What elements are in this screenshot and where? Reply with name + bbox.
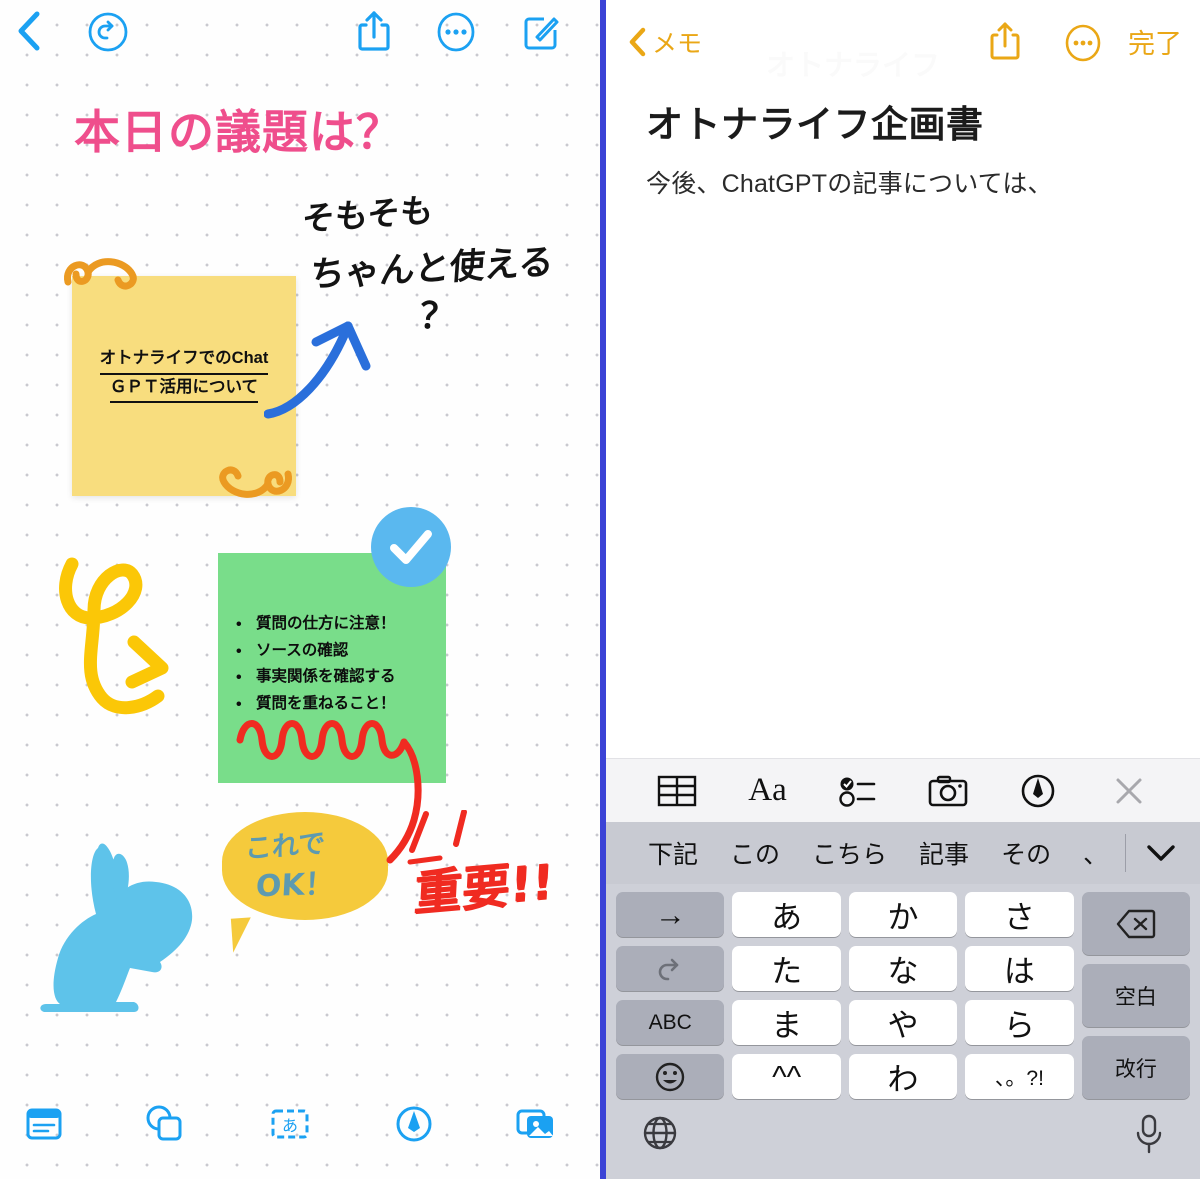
keyboard-format-toolbar: Aa [606, 758, 1200, 822]
canvas-title: 本日の議題は？ [74, 106, 403, 158]
back-chevron-icon [629, 27, 646, 57]
screen-root: 本日の議題は？ そもそも ちゃんと使える ？ オトナライフでのChat ＧＰＴ活… [0, 0, 1200, 1179]
delete-icon[interactable] [1081, 892, 1191, 955]
note-title: オトナライフ企画書 [646, 104, 984, 145]
canvas-bottom-toolbar: あ [0, 1085, 600, 1179]
done-button[interactable]: 完了 [1128, 22, 1182, 61]
note-icon[interactable] [20, 1101, 68, 1147]
text-format-icon[interactable]: Aa [736, 767, 798, 815]
list-item: 事実関係を確認する [228, 664, 440, 691]
key-ra[interactable]: ら [965, 1000, 1074, 1045]
more-circle-icon[interactable] [1062, 22, 1104, 64]
list-item: 質問を重ねること！ [228, 691, 440, 718]
note-content-area[interactable]: オトナライフ オトナライフ企画書 今後、ChatGPTの記事については、 [606, 50, 1200, 200]
text-box-icon[interactable]: あ [266, 1101, 314, 1147]
table-icon[interactable] [646, 767, 708, 815]
red-squiggle-annotation[interactable] [236, 716, 466, 866]
keyboard-column-left: → ABC [616, 892, 725, 1099]
shapes-icon[interactable] [140, 1101, 188, 1147]
markup-pen-icon[interactable] [390, 1101, 438, 1147]
note-paragraph: 今後、ChatGPTの記事については、 [646, 170, 1053, 198]
back-to-notes-button[interactable]: メモ [628, 24, 702, 60]
back-chevron-icon[interactable] [8, 10, 50, 52]
suggestion-item[interactable]: こちら [796, 835, 903, 871]
swirl-ornament-icon [219, 466, 292, 498]
sticky-green-bullet-list: 質問の仕方に注意！ ソースの確認 事実関係を確認する 質問を重ねること！ [228, 611, 440, 718]
suggestion-item[interactable]: 、 [1067, 835, 1124, 871]
suggestion-item[interactable]: 記事 [903, 835, 985, 871]
handwriting-line-1: そもそも [301, 190, 434, 239]
handwriting-line-3: ？ [417, 295, 458, 340]
key-ha[interactable]: は [965, 946, 1074, 991]
more-circle-icon[interactable] [434, 10, 478, 54]
microphone-icon[interactable] [1132, 1113, 1166, 1160]
chevron-down-icon[interactable] [1144, 840, 1178, 871]
keyboard-column-right: 空白 改行 [1081, 892, 1191, 1099]
sticky-yellow-line-2: ＧＰＴ活用について [109, 375, 258, 404]
suggestion-item[interactable]: その [985, 835, 1067, 871]
close-icon[interactable] [1098, 767, 1160, 815]
media-icon[interactable] [512, 1101, 560, 1147]
software-keyboard: Aa 下記 この こちら 記事 その 、 → ABC あ た ま ^^ か な … [606, 758, 1200, 1179]
rabbit-silhouette-icon [40, 843, 193, 1012]
share-icon[interactable] [352, 8, 396, 54]
canvas-top-toolbar [0, 0, 600, 62]
freeform-canvas-panel: 本日の議題は？ そもそも ちゃんと使える ？ オトナライフでのChat ＧＰＴ活… [0, 0, 600, 1179]
key-ma[interactable]: ま [732, 1000, 841, 1045]
key-cursor-right[interactable]: → [616, 892, 725, 937]
keyboard-keys: → ABC あ た ま ^^ か な や わ さ は ら 、。?! 空白 改行 [606, 884, 1200, 1179]
key-return[interactable]: 改行 [1081, 1036, 1191, 1099]
key-emoji[interactable] [616, 1054, 725, 1099]
keyboard-bottom-row [610, 1099, 1196, 1179]
notes-app-panel: メモ 完了 オトナライフ オトナライフ企画書 今後、ChatGPTの記事について… [606, 0, 1200, 1179]
key-ta[interactable]: た [732, 946, 841, 991]
key-ya[interactable]: や [848, 1000, 958, 1045]
key-a[interactable]: あ [732, 892, 841, 937]
key-undo[interactable] [616, 946, 725, 991]
checklist-icon[interactable] [827, 767, 889, 815]
key-ka[interactable]: か [848, 892, 958, 937]
globe-icon[interactable] [640, 1113, 680, 1158]
sticky-note-yellow-text: オトナライフでのChat ＧＰＴ活用について [88, 346, 280, 404]
camera-icon[interactable] [917, 767, 979, 815]
keyboard-grid: → ABC あ た ま ^^ か な や わ さ は ら 、。?! 空白 改行 [610, 892, 1196, 1099]
key-punctuation[interactable]: 、。?! [965, 1054, 1074, 1099]
suggestion-separator [1125, 834, 1126, 872]
key-sa[interactable]: さ [965, 892, 1074, 937]
key-kaomoji[interactable]: ^^ [732, 1054, 841, 1099]
note-watermark: オトナライフ [766, 50, 941, 82]
keyboard-column-3: か な や わ [848, 892, 958, 1099]
list-item: ソースの確認 [228, 638, 440, 665]
share-icon[interactable] [984, 18, 1026, 64]
suggestion-item[interactable]: 下記 [632, 835, 714, 871]
check-circle-icon[interactable] [371, 507, 451, 587]
yellow-scribble-annotation[interactable] [50, 556, 210, 736]
key-wa[interactable]: わ [848, 1054, 958, 1099]
key-na[interactable]: な [848, 946, 958, 991]
svg-text:あ: あ [282, 1116, 298, 1135]
undo-circle-icon[interactable] [86, 10, 130, 54]
keyboard-column-4: さ は ら 、。?! [965, 892, 1074, 1099]
predictive-text-bar: 下記 この こちら 記事 その 、 [606, 822, 1200, 884]
sticky-yellow-line-1: オトナライフでのChat [99, 346, 269, 375]
key-space[interactable]: 空白 [1081, 964, 1191, 1027]
blue-arrow-annotation[interactable] [264, 292, 414, 422]
list-item: 質問の仕方に注意！ [228, 611, 440, 638]
key-abc[interactable]: ABC [616, 1000, 725, 1045]
swirl-ornament-icon [64, 258, 137, 290]
keyboard-column-2: あ た ま ^^ [732, 892, 841, 1099]
back-label: メモ [652, 30, 703, 58]
markup-pen-icon[interactable] [1007, 767, 1069, 815]
compose-icon[interactable] [518, 10, 564, 54]
suggestion-item[interactable]: この [714, 835, 796, 871]
